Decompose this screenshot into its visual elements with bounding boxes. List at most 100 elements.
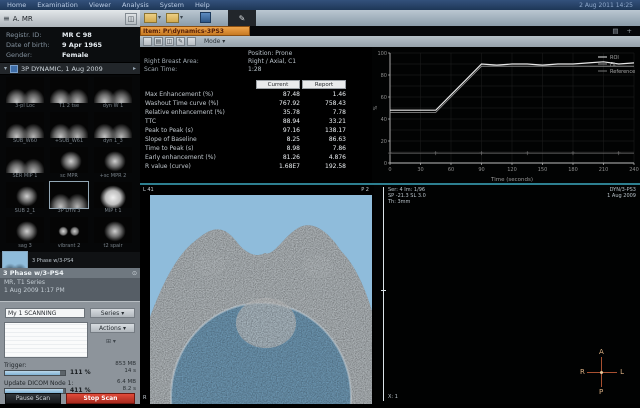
svg-text:180: 180 bbox=[568, 167, 578, 173]
grid-toggle-icon[interactable]: ⊞ ▾ bbox=[106, 338, 116, 345]
path-row: Item: Pr\dynamics-3PS3 ▤ + bbox=[140, 26, 640, 36]
scan-name-input[interactable]: My 1 SCANNING bbox=[5, 308, 85, 318]
slice-reference-line[interactable] bbox=[383, 187, 384, 401]
thumbnail-image bbox=[50, 77, 88, 103]
menu-item-examination[interactable]: Examination bbox=[37, 1, 78, 9]
orientation-posterior: P bbox=[599, 388, 603, 396]
chevron-right-icon: ▸ bbox=[133, 65, 136, 72]
metric-label: Time to Peak (s) bbox=[145, 145, 253, 152]
patient-gender-value: Female bbox=[62, 51, 88, 59]
table-row[interactable]: Peak to Peak (s)97.16138.17 bbox=[140, 127, 370, 136]
grid-tool-icon[interactable]: ▤ bbox=[154, 37, 163, 46]
thumbnail-caption: dyn W 1 bbox=[91, 103, 135, 110]
main-toolbar: ▾ ▾ ✎ bbox=[140, 10, 640, 26]
trigger-progress-fill bbox=[5, 371, 60, 375]
chevron-down-icon[interactable]: ▾ bbox=[158, 14, 161, 21]
series-thumbnail[interactable]: SER MIP 1 bbox=[3, 147, 47, 182]
select-tool-icon[interactable] bbox=[143, 37, 152, 46]
metric-current-value: 8.98 bbox=[252, 145, 300, 152]
metric-report-value: 86.63 bbox=[304, 136, 346, 143]
series-info-date: 1 Aug 2009 1:17 PM bbox=[0, 286, 140, 294]
mri-annotation-tl: L 41 bbox=[143, 187, 154, 193]
report-tool-icon[interactable] bbox=[187, 37, 196, 46]
stop-scan-button[interactable]: Stop Scan bbox=[66, 393, 135, 404]
menu-item-help[interactable]: Help bbox=[195, 1, 210, 9]
series-thumbnail[interactable]: +SUB_W61 bbox=[47, 112, 91, 147]
draw-tool-icon[interactable]: ✎ bbox=[176, 37, 185, 46]
mode-dropdown[interactable]: Mode ▾ bbox=[204, 38, 225, 45]
patient-info-row: Gender: Female bbox=[6, 50, 140, 60]
series-thumbnail[interactable]: sag 3 bbox=[3, 217, 47, 252]
svg-text:120: 120 bbox=[507, 167, 517, 173]
enhancement-chart-panel: 0204060801000306090120150180210240Time (… bbox=[372, 47, 640, 183]
list-icon: ≡ bbox=[3, 15, 10, 23]
save-folder-icon[interactable] bbox=[166, 13, 179, 23]
metric-current-value: 8.25 bbox=[252, 136, 300, 143]
table-row[interactable]: R value (curve)1.68E7192.58 bbox=[140, 163, 370, 172]
thumbnail-caption: sc MPR bbox=[47, 173, 91, 180]
table-row[interactable]: Early enhancement (%)81.264.876 bbox=[140, 154, 370, 163]
menu-item-analysis[interactable]: Analysis bbox=[122, 1, 149, 9]
series-thumbnail[interactable]: 3-pl Loc bbox=[3, 77, 47, 112]
series-thumbnail[interactable]: SUB 2_1 bbox=[3, 182, 47, 217]
localizer-viewport[interactable]: Ser: 4 Im: 1/96SP -21.3 SL 3.0Th: 3mm DY… bbox=[374, 185, 640, 404]
metric-label: Slope of Baseline bbox=[145, 136, 253, 143]
pause-scan-button[interactable]: Pause Scan bbox=[5, 393, 61, 404]
table-row[interactable]: Max Enhancement (%)87.481.46 bbox=[140, 91, 370, 100]
svg-text:0: 0 bbox=[388, 167, 391, 173]
svg-text:%: % bbox=[373, 105, 379, 110]
metric-report-value: 1.46 bbox=[304, 91, 346, 98]
menu-item-viewer[interactable]: Viewer bbox=[89, 1, 111, 9]
metric-current-value: 88.94 bbox=[252, 118, 300, 125]
series-thumbnail[interactable]: SUB_W60 bbox=[3, 112, 47, 147]
actions-dropdown[interactable]: Actions ▾ bbox=[90, 323, 135, 333]
series-dropdown[interactable]: Series ▾ bbox=[90, 308, 135, 318]
chevron-down-icon: ▾ bbox=[121, 310, 124, 317]
series-thumbnail[interactable]: T1 2 tse bbox=[47, 77, 91, 112]
thumbnail-image bbox=[94, 77, 132, 103]
series-thumbnail[interactable]: t2 spair bbox=[91, 217, 135, 252]
orientation-anterior: A bbox=[599, 348, 604, 356]
enhancing-lesion-region bbox=[236, 298, 296, 348]
series-thumbnail[interactable]: MIP t 1 bbox=[91, 182, 135, 217]
table-row[interactable]: Slope of Baseline8.25 86.63 bbox=[140, 136, 370, 145]
menu-bar: Home Examination Viewer Analysis System Help 2… bbox=[0, 0, 640, 10]
series-thumbnail[interactable]: +sc MPR 2 bbox=[91, 147, 135, 182]
viewer-layout-icon[interactable] bbox=[200, 12, 211, 23]
chevron-down-icon: ▾ bbox=[123, 325, 126, 332]
column-header-report[interactable]: Report bbox=[302, 80, 346, 89]
scan-time-value: 1:28 bbox=[248, 66, 261, 73]
column-header-current[interactable]: Current bbox=[256, 80, 300, 89]
scan-queue-listbox[interactable] bbox=[4, 322, 88, 358]
series-thumbnail[interactable]: dyn 1_3 bbox=[91, 112, 135, 147]
series-dropdown-label: Series bbox=[101, 310, 119, 317]
series-thumbnail[interactable]: dyn W 1 bbox=[91, 77, 135, 112]
panel-icons[interactable]: ▤ + bbox=[612, 27, 635, 35]
open-folder-icon[interactable] bbox=[144, 13, 157, 23]
layers-tool-icon[interactable]: ◫ bbox=[165, 37, 174, 46]
menu-item-system[interactable]: System bbox=[160, 1, 184, 9]
metric-current-value: 81.26 bbox=[252, 154, 300, 161]
active-item-tab[interactable]: Item: Pr\dynamics-3PS3 bbox=[140, 26, 250, 36]
chevron-down-icon[interactable]: ▾ bbox=[180, 14, 183, 21]
table-row[interactable]: Relative enhancement (%)35.787.78 bbox=[140, 109, 370, 118]
clock-datetime: 2 Aug 2011 14:25 bbox=[579, 2, 633, 9]
table-row[interactable]: TTC88.9433.21 bbox=[140, 118, 370, 127]
patient-gender-label: Gender: bbox=[6, 51, 62, 59]
mri-viewport[interactable]: L 41 P 2 R 0.7 F bbox=[140, 185, 372, 404]
series-thumbnail[interactable]: vibrant 2 bbox=[47, 217, 91, 252]
series-thumbnail[interactable]: sc MPR bbox=[47, 147, 91, 182]
table-row[interactable]: Washout Time curve (%)767.92758.43 bbox=[140, 100, 370, 109]
patient-id-value: MR C 98 bbox=[62, 31, 92, 39]
table-row[interactable]: Time to Peak (s)8.987.86 bbox=[140, 145, 370, 154]
patient-info-row: Registr. ID: MR C 98 bbox=[6, 30, 140, 40]
svg-text:Fit: Fit bbox=[610, 62, 616, 68]
thumbnail-image bbox=[94, 147, 132, 173]
menu-item-home[interactable]: Home bbox=[7, 1, 26, 9]
annotate-tool-group[interactable]: ✎ bbox=[228, 10, 256, 26]
series-selector[interactable]: ▾ 3P DYNAMIC, 1 Aug 2009 ▸ bbox=[0, 62, 140, 75]
enhancement-curve-chart[interactable]: 0204060801000306090120150180210240Time (… bbox=[372, 47, 640, 183]
series-info-header[interactable]: 3 Phase w/3-PS4 ⊙ bbox=[0, 268, 140, 278]
series-thumbnail[interactable]: 3P DYN 3 bbox=[47, 182, 91, 217]
layout-toggle-button[interactable]: ◫ bbox=[125, 13, 137, 25]
